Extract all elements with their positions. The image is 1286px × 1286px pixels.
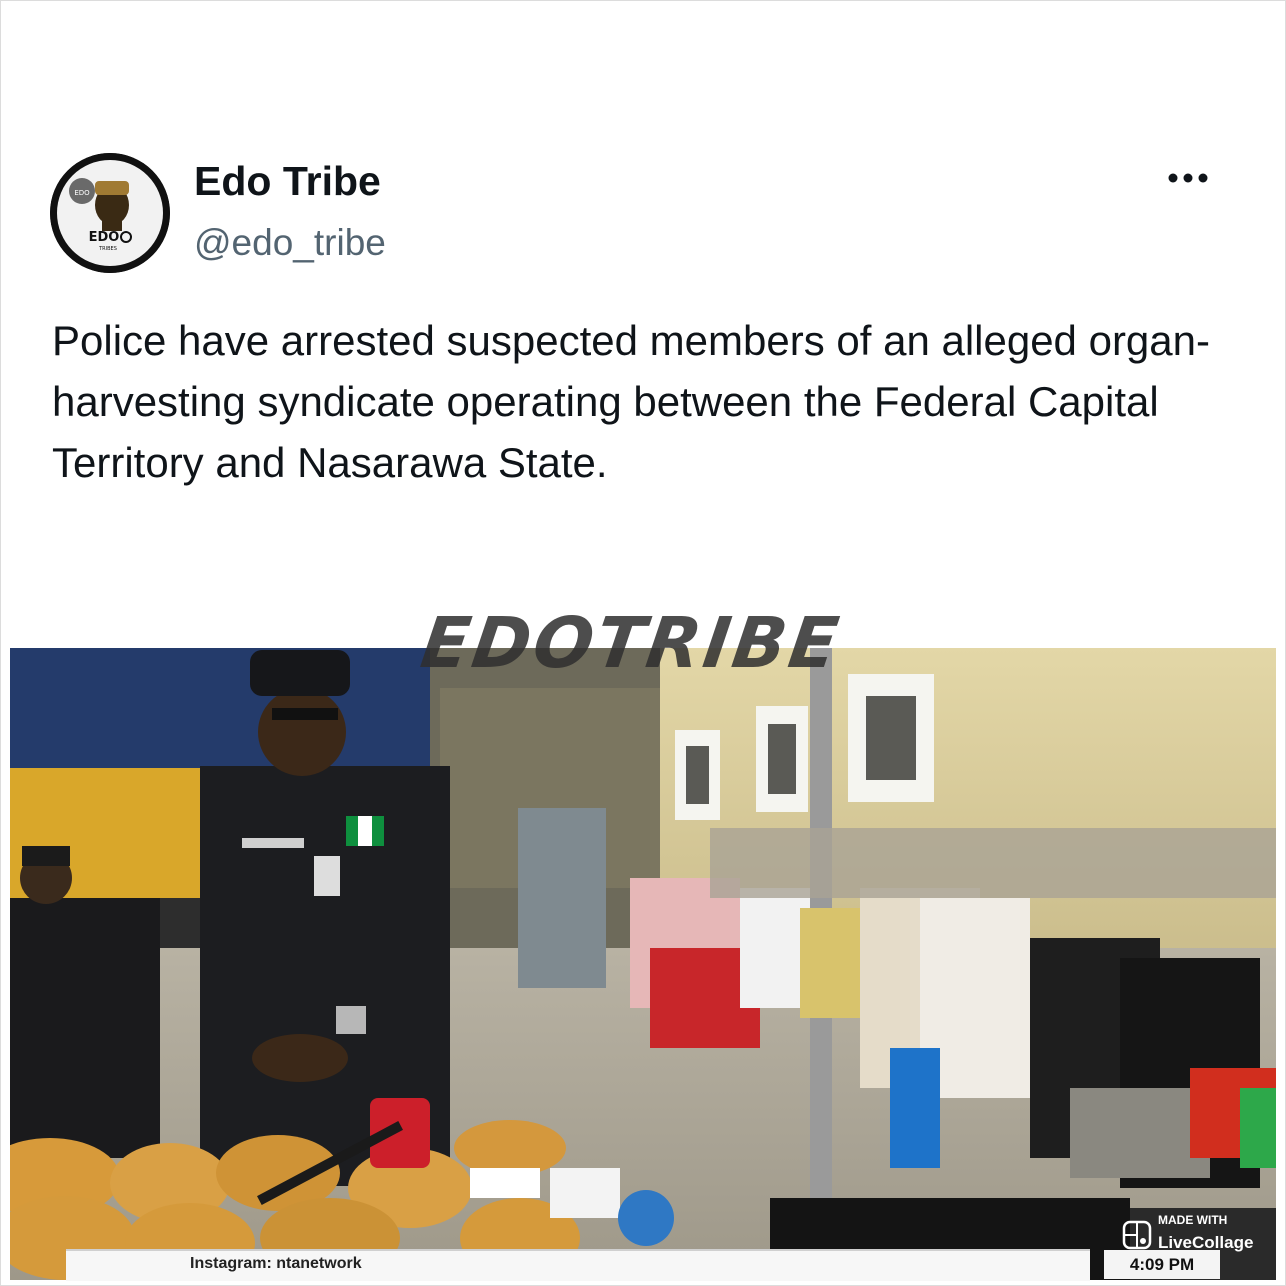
svg-text:EDO: EDO xyxy=(89,230,120,245)
svg-text:TRIBES: TRIBES xyxy=(98,246,117,252)
author-display-name[interactable]: Edo Tribe xyxy=(194,158,381,205)
tweet-text: Police have arrested suspected members o… xyxy=(52,317,1210,486)
livecollage-logo-icon xyxy=(1122,1220,1152,1250)
broadcast-clock: 4:09 PM xyxy=(1104,1250,1220,1279)
news-ticker: Instagram: ntanetwork xyxy=(66,1249,1090,1281)
press-briefing-image xyxy=(10,648,1276,1280)
livecollage-label: LiveCollage xyxy=(1158,1233,1254,1252)
avatar-logo: EDO EDO TRIBES xyxy=(50,153,170,273)
more-horizontal-icon xyxy=(1168,173,1208,183)
avatar[interactable]: EDO EDO TRIBES xyxy=(50,153,170,273)
more-options-button[interactable] xyxy=(1163,160,1213,196)
made-with-label: MADE WITH xyxy=(1158,1213,1228,1227)
author-handle[interactable]: @edo_tribe xyxy=(194,222,386,264)
svg-text:EDO: EDO xyxy=(74,189,90,197)
watermark: EDOTRIBE xyxy=(416,602,847,684)
ticker-text: Instagram: ntanetwork xyxy=(190,1255,362,1272)
tweet-photo[interactable] xyxy=(10,648,1276,1280)
